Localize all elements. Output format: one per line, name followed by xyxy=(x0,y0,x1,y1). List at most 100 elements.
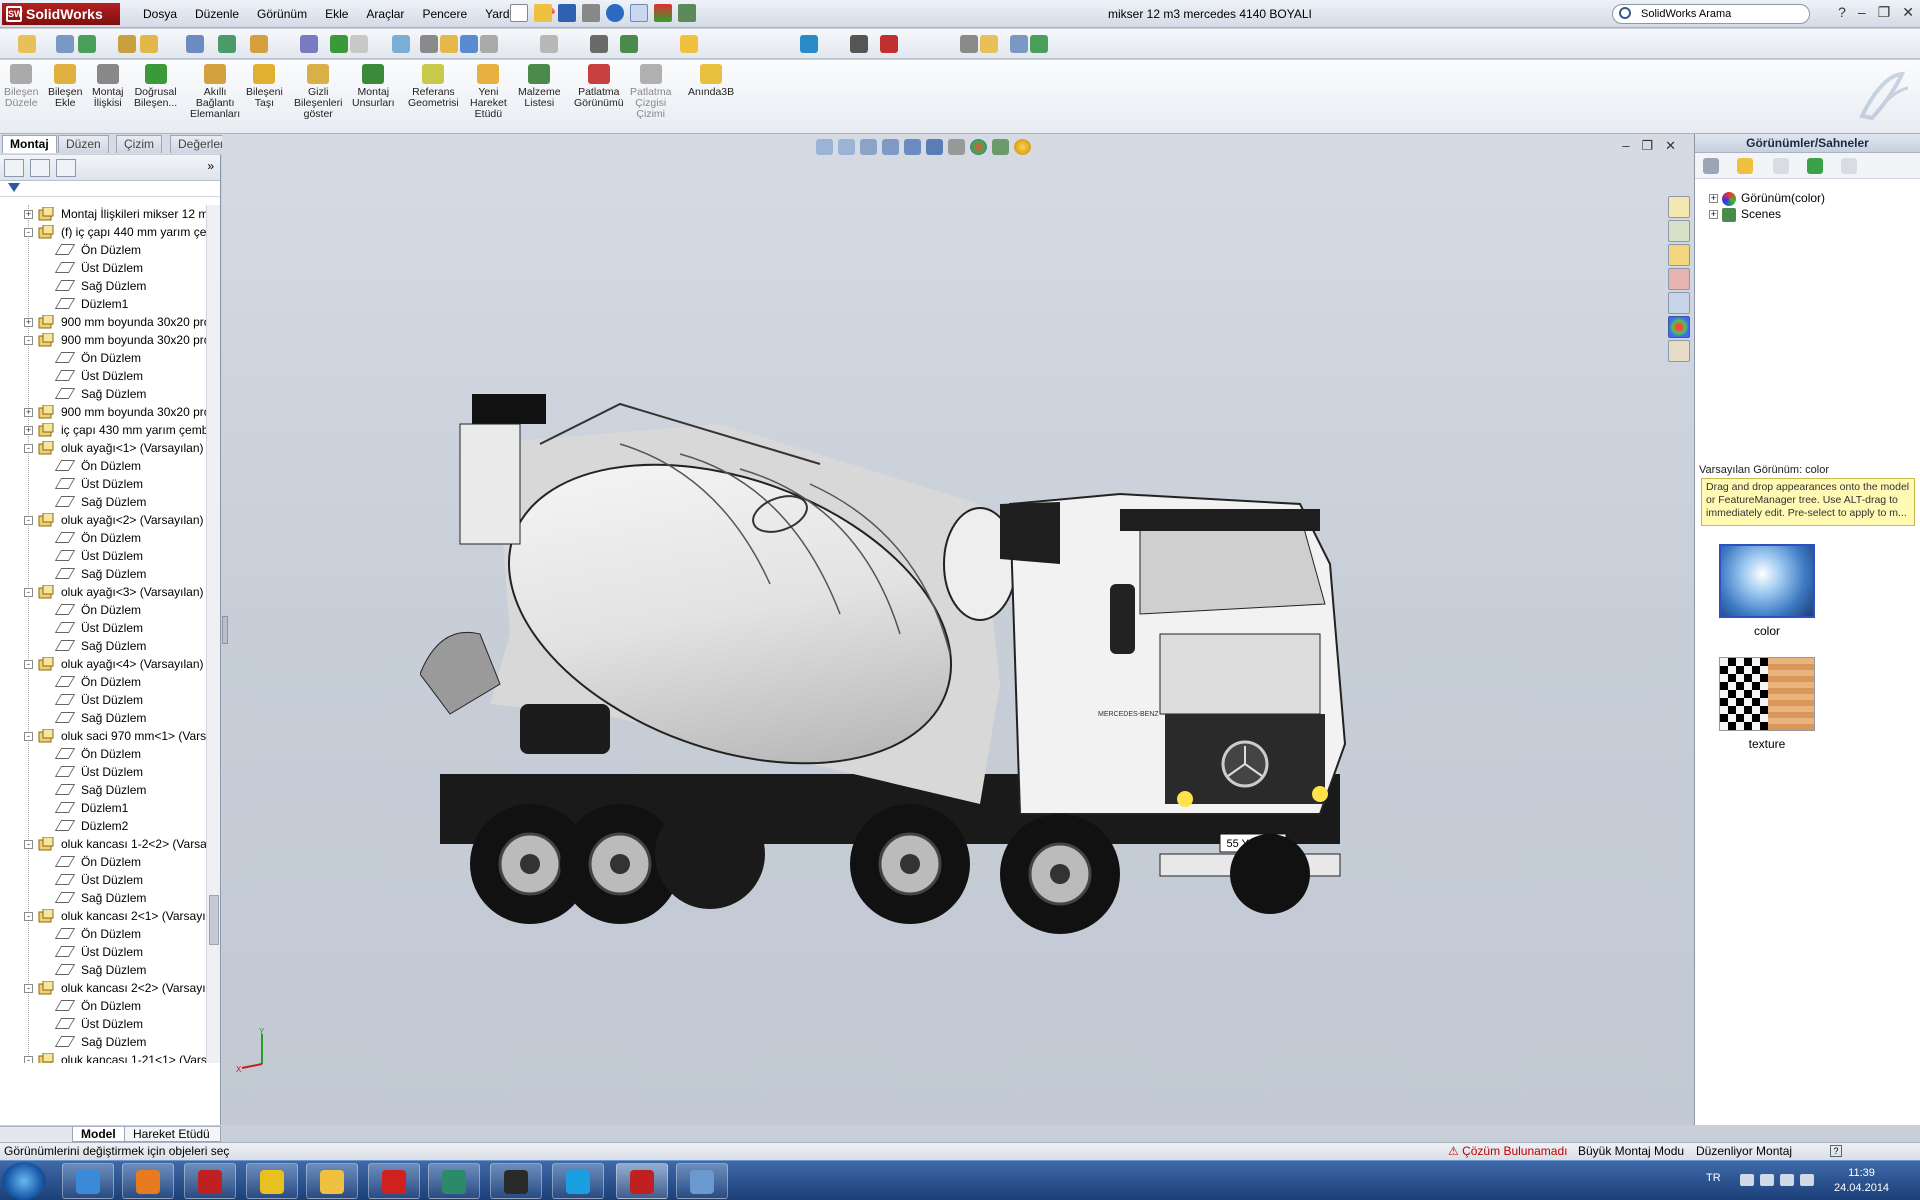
toolbar-tool-icon[interactable] xyxy=(56,35,74,53)
rebuild-error-status[interactable]: ⚠ Çözüm Bulunamadı xyxy=(1448,1143,1567,1160)
tree-component[interactable]: - oluk kancası 1-21<1> (Vars xyxy=(0,1051,206,1063)
tree-component[interactable]: + Montaj İlişkileri mikser 12 m xyxy=(0,205,206,223)
command-button-4[interactable]: Akıllı Bağlantı Elemanları xyxy=(190,64,240,120)
toolbar-tool-icon[interactable] xyxy=(392,35,410,53)
undo-icon[interactable] xyxy=(606,4,624,22)
concrete-mixer-truck-model[interactable]: 55 YM 055 MERCEDES-BENZ xyxy=(420,384,1420,954)
restore-icon[interactable]: ❐ xyxy=(1878,4,1891,21)
tree-component[interactable]: + iç çapı 430 mm yarım çemb xyxy=(0,421,206,439)
toolbar-tool-icon[interactable] xyxy=(118,35,136,53)
file-explorer-icon[interactable] xyxy=(1668,244,1690,266)
menu-duzenle[interactable]: Düzenle xyxy=(186,7,248,21)
taskbar-app-media[interactable] xyxy=(122,1163,174,1199)
tree-plane[interactable]: Ön Düzlem xyxy=(0,457,206,475)
toolbar-tool-icon[interactable] xyxy=(980,35,998,53)
toolbar-tool-icon[interactable] xyxy=(540,35,558,53)
viewport-minimize-icon[interactable]: – xyxy=(1622,138,1629,154)
viewport-close-icon[interactable]: ✕ xyxy=(1665,138,1676,154)
tab-model[interactable]: Model xyxy=(72,1127,125,1142)
custom-properties-icon[interactable] xyxy=(1668,340,1690,362)
toolbar-tool-icon[interactable] xyxy=(250,35,268,53)
collapse-icon[interactable]: - xyxy=(24,912,33,921)
taskbar-app-explorer[interactable] xyxy=(306,1163,358,1199)
filter-bar[interactable] xyxy=(0,181,220,197)
taskbar-app-skype[interactable] xyxy=(552,1163,604,1199)
tree-plane[interactable]: Sağ Düzlem xyxy=(0,565,206,583)
previous-view-icon[interactable] xyxy=(860,139,877,155)
taskbar-app-gc[interactable] xyxy=(490,1163,542,1199)
tree-plane[interactable]: Sağ Düzlem xyxy=(0,961,206,979)
solidworks-logo[interactable]: SW SolidWorks xyxy=(2,3,120,25)
toolbar-tool-icon[interactable] xyxy=(1010,35,1028,53)
clock[interactable]: 11:39 24.04.2014 xyxy=(1834,1166,1889,1196)
toolbar-tool-icon[interactable] xyxy=(18,35,36,53)
collapse-icon[interactable]: - xyxy=(24,984,33,993)
command-button-12[interactable]: Patlatma Çizgisi Çizimi xyxy=(630,64,671,120)
toolbar-tool-icon[interactable] xyxy=(330,35,348,53)
toolbar-tool-icon[interactable] xyxy=(960,35,978,53)
command-button-9[interactable]: Yeni Hareket Etüdü xyxy=(470,64,507,120)
expand-icon[interactable]: + xyxy=(24,408,33,417)
menu-ekle[interactable]: Ekle xyxy=(316,7,357,21)
expand-icon[interactable]: + xyxy=(24,426,33,435)
view-palette-icon[interactable] xyxy=(1668,292,1690,314)
tree-plane[interactable]: Ön Düzlem xyxy=(0,745,206,763)
collapse-icon[interactable]: - xyxy=(24,444,33,453)
tree-plane[interactable]: Üst Düzlem xyxy=(0,691,206,709)
tree-plane[interactable]: Ön Düzlem xyxy=(0,529,206,547)
zoom-area-icon[interactable] xyxy=(838,139,855,155)
new-document-icon[interactable] xyxy=(510,4,528,22)
tree-plane[interactable]: Üst Düzlem xyxy=(0,547,206,565)
viewport-restore-icon[interactable]: ❐ xyxy=(1641,138,1653,154)
select-arrow-icon[interactable] xyxy=(630,4,648,22)
tray-arrow-icon[interactable] xyxy=(1740,1174,1754,1186)
tray-volume-icon[interactable] xyxy=(1800,1174,1814,1186)
expand-icon[interactable]: + xyxy=(1709,194,1718,204)
print-icon[interactable] xyxy=(582,4,600,22)
command-button-2[interactable]: Montaj İlişkisi xyxy=(92,64,124,109)
toolbar-tool-icon[interactable] xyxy=(218,35,236,53)
expand-icon[interactable]: + xyxy=(24,210,33,219)
tree-component[interactable]: +900 mm boyunda 30x20 prc xyxy=(0,313,206,331)
collapse-icon[interactable]: - xyxy=(24,516,33,525)
toolbar-tool-icon[interactable] xyxy=(420,35,438,53)
toolbar-tool-icon[interactable] xyxy=(440,35,458,53)
expand-icon[interactable]: + xyxy=(24,318,33,327)
command-button-13[interactable]: Anında3B xyxy=(688,64,734,98)
toolbar-tool-icon[interactable] xyxy=(620,35,638,53)
up-icon[interactable] xyxy=(1841,158,1857,174)
tree-component[interactable]: - 900 mm boyunda 30x20 prc xyxy=(0,331,206,349)
home-icon[interactable] xyxy=(1668,196,1690,218)
tree-plane[interactable]: Ön Düzlem xyxy=(0,241,206,259)
toolbar-tool-icon[interactable] xyxy=(186,35,204,53)
toolbar-tool-icon[interactable] xyxy=(590,35,608,53)
feature-tree-icon[interactable] xyxy=(4,159,24,177)
toolbar-tool-icon[interactable] xyxy=(78,35,96,53)
tree-plane[interactable]: Sağ Düzlem xyxy=(0,637,206,655)
collapse-icon[interactable]: - xyxy=(24,588,33,597)
rebuild-icon[interactable] xyxy=(654,4,672,22)
tree-plane[interactable]: Düzlem1 xyxy=(0,295,206,313)
tree-plane[interactable]: Sağ Düzlem xyxy=(0,709,206,727)
command-button-0[interactable]: Bileşen Düzele xyxy=(4,64,38,109)
tree-plane[interactable]: Düzlem1 xyxy=(0,799,206,817)
command-button-6[interactable]: Gizli Bileşenleri göster xyxy=(294,64,342,120)
tree-component[interactable]: - oluk kancası 1-2<2> (Varsay xyxy=(0,835,206,853)
command-button-3[interactable]: Doğrusal Bileşen... xyxy=(134,64,177,109)
tree-component[interactable]: +900 mm boyunda 30x20 prc xyxy=(0,403,206,421)
toolbar-tool-icon[interactable] xyxy=(850,35,868,53)
tree-component[interactable]: - oluk ayağı<2> (Varsayılan) xyxy=(0,511,206,529)
tree-plane[interactable]: Düzlem2 xyxy=(0,817,206,835)
taskbar-app-chrome[interactable] xyxy=(246,1163,298,1199)
taskbar-app-ie[interactable] xyxy=(62,1163,114,1199)
start-button[interactable] xyxy=(2,1162,46,1200)
texture-swatch[interactable] xyxy=(1719,657,1815,731)
apply-scene-icon[interactable] xyxy=(992,139,1009,155)
appearances-icon[interactable] xyxy=(1668,316,1690,338)
tab-motion-study[interactable]: Hareket Etüdü 1 xyxy=(124,1127,221,1155)
tree-plane[interactable]: Ön Düzlem xyxy=(0,997,206,1015)
tree-component[interactable]: - oluk ayağı<3> (Varsayılan) xyxy=(0,583,206,601)
save-icon[interactable] xyxy=(558,4,576,22)
menu-dosya[interactable]: Dosya xyxy=(134,7,186,21)
search-box[interactable]: SolidWorks Arama xyxy=(1612,4,1810,24)
